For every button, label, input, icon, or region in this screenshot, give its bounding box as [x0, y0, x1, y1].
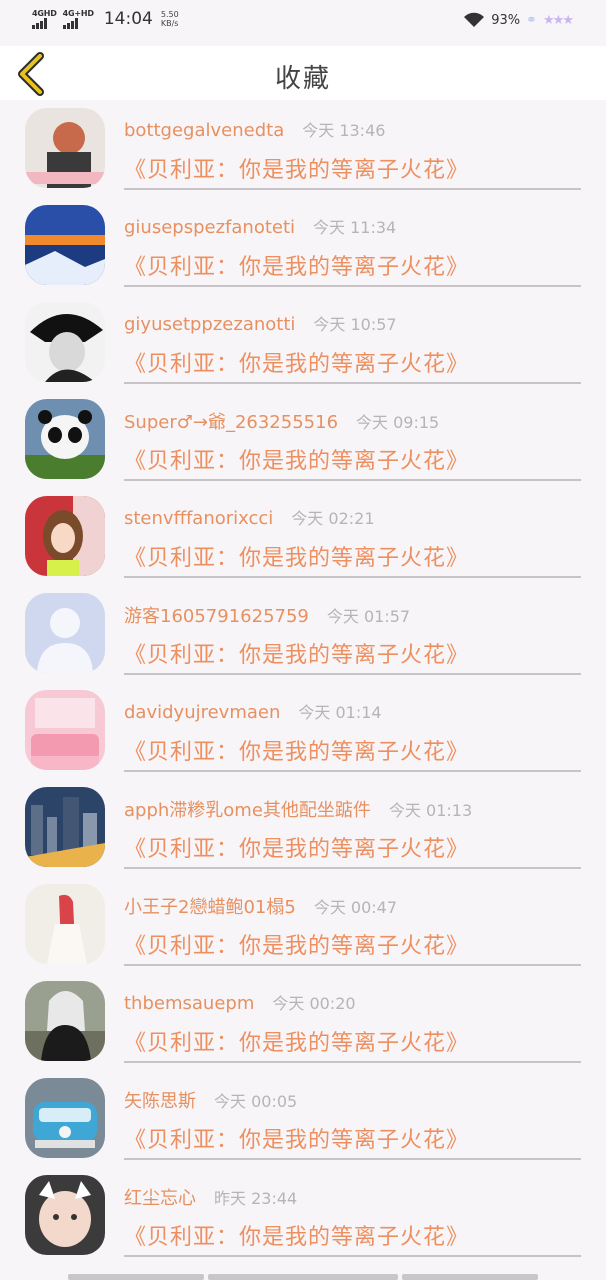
- user-name: davidyujrevmaen: [124, 702, 281, 723]
- user-name: 小王子2戀蜡鲍01榻5: [124, 897, 296, 918]
- avatar[interactable]: [25, 884, 105, 964]
- divider: [124, 770, 581, 772]
- user-name: giyusetppzezanotti: [124, 314, 296, 335]
- timestamp: 今天 00:05: [214, 1092, 298, 1111]
- user-name: thbemsauepm: [124, 993, 255, 1014]
- divider: [124, 673, 581, 675]
- user-name: stenvfffanorixcci: [124, 508, 274, 529]
- list-item[interactable]: Super♂→爺_263255516 今天 09:15 《贝利亚：你是我的等离子火…: [0, 391, 606, 488]
- status-bar: 4GHD 4G+HD 14:04 5.50 KB/s 93% ⚭ ★★★: [0, 0, 606, 46]
- list-item[interactable]: giyusetppzezanotti 今天 10:57 《贝利亚：你是我的等离子火…: [0, 294, 606, 391]
- battery-level: 93%: [491, 12, 521, 28]
- user-name: 矢陈思斯: [124, 1091, 196, 1112]
- timestamp: 今天 02:21: [291, 509, 375, 528]
- divider: [124, 1061, 581, 1063]
- avatar[interactable]: [25, 399, 105, 479]
- cell-signal-1: 4GHD: [32, 9, 57, 29]
- timestamp: 今天 09:15: [356, 413, 440, 432]
- user-name: bottgegalvenedta: [124, 120, 285, 141]
- message-text: 《贝利亚：你是我的等离子火花》: [124, 449, 470, 474]
- message-text: 《贝利亚：你是我的等离子火花》: [124, 643, 470, 668]
- message-text: 《贝利亚：你是我的等离子火花》: [124, 1225, 470, 1250]
- message-text: 《贝利亚：你是我的等离子火花》: [124, 1031, 470, 1056]
- timestamp: 今天 00:20: [272, 994, 356, 1013]
- divider: [124, 576, 581, 578]
- divider: [124, 1255, 581, 1257]
- avatar[interactable]: [25, 496, 105, 576]
- list-item[interactable]: davidyujrevmaen 今天 01:14 《贝利亚：你是我的等离子火花》: [0, 682, 606, 779]
- message-text: 《贝利亚：你是我的等离子火花》: [124, 837, 470, 862]
- divider: [124, 479, 581, 481]
- timestamp: 今天 11:34: [313, 218, 397, 237]
- favorites-list: bottgegalvenedta 今天 13:46 《贝利亚：你是我的等离子火花》…: [0, 100, 606, 1264]
- timestamp: 今天 00:47: [313, 898, 398, 917]
- user-name: giusepspezfanoteti: [124, 217, 296, 238]
- link-icon: ⚭: [526, 12, 538, 28]
- avatar[interactable]: [25, 1078, 105, 1158]
- timestamp: 今天 13:46: [302, 121, 386, 140]
- timestamp: 今天 01:14: [298, 703, 382, 722]
- list-item[interactable]: bottgegalvenedta 今天 13:46 《贝利亚：你是我的等离子火花》: [0, 100, 606, 197]
- signal-bars-icon: [62, 18, 78, 29]
- message-text: 《贝利亚：你是我的等离子火花》: [124, 546, 470, 571]
- avatar[interactable]: [25, 593, 105, 673]
- clock: 14:04: [103, 9, 153, 29]
- list-item[interactable]: 游客1605791625759 今天 01:57 《贝利亚：你是我的等离子火花》: [0, 585, 606, 682]
- avatar[interactable]: [25, 690, 105, 770]
- message-text: 《贝利亚：你是我的等离子火花》: [124, 934, 470, 959]
- page-title: 收藏: [274, 64, 331, 94]
- timestamp: 今天 01:13: [388, 801, 473, 820]
- header-bar: 收藏: [0, 46, 606, 100]
- list-item[interactable]: 小王子2戀蜡鲍01榻5 今天 00:47 《贝利亚：你是我的等离子火花》: [0, 876, 606, 973]
- list-item[interactable]: giusepspezfanoteti 今天 11:34 《贝利亚：你是我的等离子火…: [0, 197, 606, 294]
- divider: [124, 1158, 581, 1160]
- divider: [124, 867, 581, 869]
- avatar[interactable]: [25, 108, 105, 188]
- avatar[interactable]: [25, 302, 105, 382]
- cell-signal-2: 4G+HD: [62, 9, 94, 29]
- bottom-bar-edge: [0, 1274, 606, 1280]
- list-item[interactable]: stenvfffanorixcci 今天 02:21 《贝利亚：你是我的等离子火花…: [0, 488, 606, 585]
- timestamp: 今天 10:57: [313, 315, 397, 334]
- avatar[interactable]: [25, 981, 105, 1061]
- user-name: Super♂→爺_263255516: [124, 412, 339, 433]
- network-speed: 5.50 KB/s: [160, 10, 179, 28]
- user-name: apph滞糁乳ome其他配坐踮件: [124, 800, 371, 821]
- avatar[interactable]: [25, 1175, 105, 1255]
- timestamp: 昨天 23:44: [214, 1189, 298, 1208]
- stars-decoration-icon: ★★★: [543, 12, 574, 28]
- divider: [124, 188, 581, 190]
- timestamp: 今天 01:57: [326, 607, 411, 626]
- avatar[interactable]: [25, 205, 105, 285]
- list-item[interactable]: thbemsauepm 今天 00:20 《贝利亚：你是我的等离子火花》: [0, 973, 606, 1070]
- divider: [124, 382, 581, 384]
- message-text: 《贝利亚：你是我的等离子火花》: [124, 1128, 470, 1153]
- message-text: 《贝利亚：你是我的等离子火花》: [124, 352, 470, 377]
- avatar[interactable]: [25, 787, 105, 867]
- list-item[interactable]: 红尘忘心 昨天 23:44 《贝利亚：你是我的等离子火花》: [0, 1167, 606, 1264]
- list-item[interactable]: apph滞糁乳ome其他配坐踮件 今天 01:13 《贝利亚：你是我的等离子火花》: [0, 779, 606, 876]
- signal-bars-icon: [32, 18, 47, 29]
- list-item[interactable]: 矢陈思斯 今天 00:05 《贝利亚：你是我的等离子火花》: [0, 1070, 606, 1167]
- divider: [124, 964, 581, 966]
- user-name: 红尘忘心: [124, 1188, 196, 1209]
- message-text: 《贝利亚：你是我的等离子火花》: [124, 158, 470, 183]
- wifi-icon: [464, 12, 485, 27]
- divider: [124, 285, 581, 287]
- message-text: 《贝利亚：你是我的等离子火花》: [124, 255, 470, 280]
- user-name: 游客1605791625759: [124, 606, 309, 627]
- message-text: 《贝利亚：你是我的等离子火花》: [124, 740, 470, 765]
